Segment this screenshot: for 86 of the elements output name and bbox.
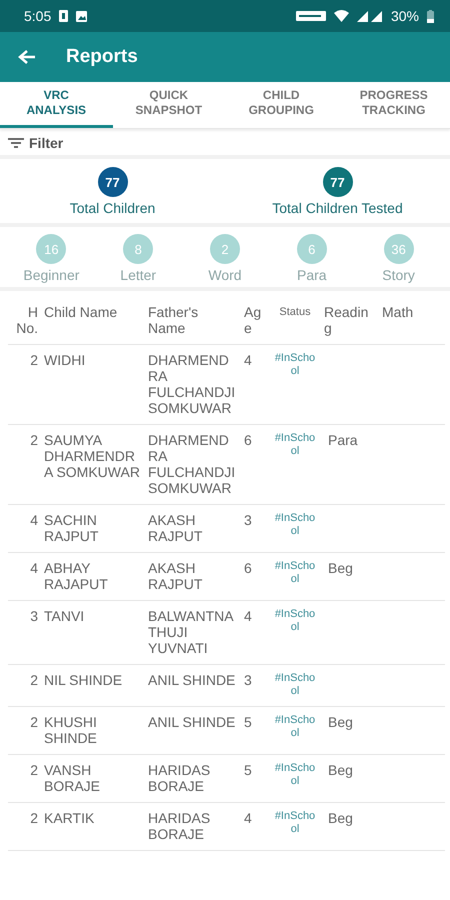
table-cell-text: Beg [327, 560, 354, 578]
table-cell-text: 4 [244, 608, 253, 626]
table-cell-text: NIL SHINDE [44, 672, 124, 690]
level-label: Word [208, 267, 242, 283]
table-cell-text: 4 [29, 512, 38, 530]
table-cell-text: 3 [244, 672, 253, 690]
filter-icon [8, 137, 24, 149]
table-cell-text: Beg [327, 762, 354, 780]
table-cell-text: 5 [244, 762, 253, 780]
battery-level: 30% [390, 8, 419, 24]
level-badge: 2 [210, 234, 240, 264]
count-badge: 77 [98, 167, 128, 197]
table-cell-text: SAUMYA DHARMENDRA SOMKUWAR [44, 432, 141, 482]
level-badge: 36 [384, 234, 414, 264]
level-badge: 16 [36, 234, 66, 264]
table-cell-text: KHUSHI SHINDE [44, 714, 98, 746]
column-header: Reading [324, 304, 370, 336]
tab[interactable]: CHILD GROUPING [225, 82, 338, 128]
table-cell-text: 2 [29, 762, 38, 780]
column-header: Math [382, 304, 414, 322]
filter-button[interactable]: Filter [8, 133, 64, 153]
table-cell-text: #InSchool [274, 512, 316, 539]
column-header: Age [244, 304, 262, 336]
table-cell-text: WIDHI [44, 352, 86, 370]
table-cell-text: #InSchool [274, 714, 316, 741]
tab[interactable]: VRC ANALYSIS [0, 82, 112, 128]
level-badge: 8 [123, 234, 154, 264]
image-icon [76, 10, 88, 22]
table-cell-text: Para [327, 432, 359, 450]
table-cell-text: BALWANTNATHUJI YUVNATI [148, 608, 235, 656]
table-cell-text: 2 [29, 352, 38, 370]
table-cell-text: SACHIN RAJPUT [44, 512, 100, 544]
total-label: Total Children Tested [272, 200, 403, 216]
table-cell-text: 2 [29, 714, 38, 732]
table-cell-text: 6 [244, 560, 253, 578]
clock: 5:05 [24, 8, 52, 24]
table-cell-text: TANVI [44, 608, 86, 626]
table-cell-text: 4 [244, 810, 253, 828]
column-header: H No. [16, 304, 38, 336]
table-cell-text: HARIDAS BORAJE [148, 810, 212, 842]
tab[interactable]: QUICK SNAPSHOT [112, 82, 225, 128]
level-label: Beginner [23, 267, 80, 283]
level-label: Story [382, 267, 415, 283]
table-cell-text: VANSH BORAJE [44, 762, 102, 794]
table-cell-text: #InSchool [274, 810, 316, 837]
table-cell-text: #InSchool [274, 352, 316, 379]
total-label: Total Children [70, 200, 156, 216]
table-cell-text: ANIL SHINDE [148, 672, 236, 690]
table-cell-text: DHARMENDRA FULCHANDJI SOMKUWAR [148, 352, 236, 416]
table-cell-text: AKASH RAJPUT [148, 512, 204, 544]
page-title: Reports [66, 46, 138, 68]
level-label: Para [297, 267, 327, 283]
column-header: Father's Name [148, 304, 200, 336]
table-cell-text: #InSchool [274, 762, 316, 789]
table-cell-text: #InSchool [274, 560, 316, 587]
level-badge: 6 [296, 234, 327, 264]
table-cell-text: 6 [244, 432, 253, 450]
battery-icon [427, 10, 434, 22]
column-header: Child Name [44, 304, 118, 322]
back-button[interactable] [18, 49, 36, 65]
table-cell-text: ANIL SHINDE [148, 714, 236, 732]
table-cell-text: 3 [29, 608, 38, 626]
table-cell-text: 2 [29, 672, 38, 690]
table-cell-text: 4 [29, 560, 38, 578]
table-cell-text: 3 [244, 512, 253, 530]
back-arrow-icon [18, 49, 36, 65]
table-cell-text: #InSchool [274, 672, 316, 698]
table-cell-text: 5 [244, 714, 253, 732]
tab[interactable]: PROGRESS TRACKING [338, 82, 450, 128]
table-cell-text: #InSchool [274, 432, 316, 459]
table-cell-text: 2 [29, 432, 38, 450]
table-cell-text: KARTIK [44, 810, 96, 828]
wifi-icon [334, 10, 349, 22]
table-cell-text: AKASH RAJPUT [148, 560, 204, 592]
signal-icon [356, 10, 383, 22]
table-cell-text: HARIDAS BORAJE [148, 762, 212, 794]
table-cell-text: Beg [327, 810, 354, 828]
table-cell-text: Beg [327, 714, 354, 732]
table-cell-text: ABHAY RAJAPUT [44, 560, 109, 592]
table-cell-text: 2 [29, 810, 38, 828]
level-label: Letter [120, 267, 156, 283]
column-header: Status [278, 305, 312, 320]
count-badge: 77 [322, 167, 352, 197]
table-cell-text: 4 [244, 352, 253, 370]
table-cell-text: DHARMENDRA FULCHANDJI SOMKUWAR [148, 432, 236, 496]
table-cell-text: #InSchool [274, 608, 316, 635]
